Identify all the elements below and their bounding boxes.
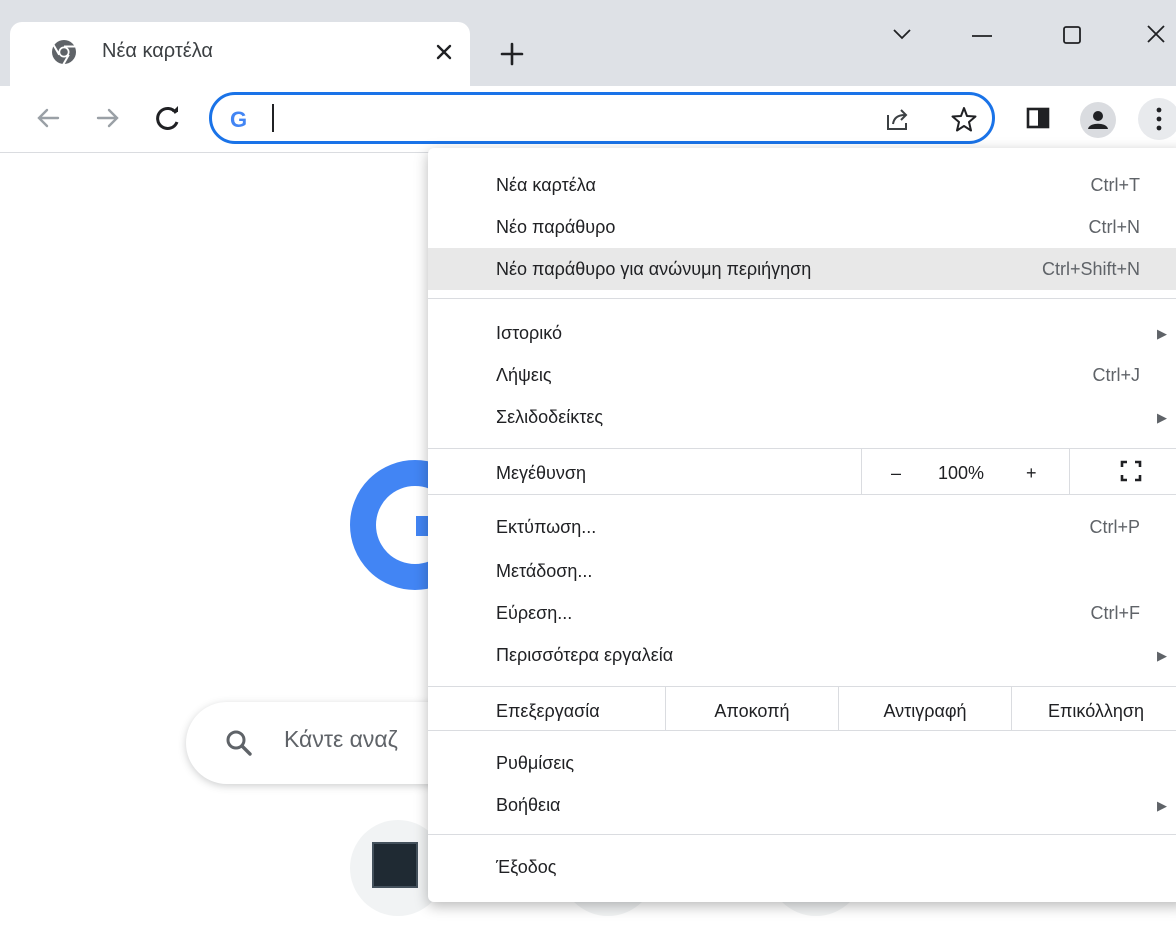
- close-tab-icon[interactable]: [428, 36, 460, 68]
- back-icon[interactable]: [30, 100, 66, 136]
- forward-icon[interactable]: [90, 100, 126, 136]
- edit-label: Επεξεργασία: [496, 701, 600, 721]
- submenu-arrow-icon: ▶: [1157, 326, 1167, 341]
- more-vertical-icon: [1156, 107, 1162, 131]
- active-tab[interactable]: Νέα καρτέλα: [10, 22, 470, 86]
- zoom-in-button[interactable]: +: [1026, 463, 1037, 484]
- maximize-icon[interactable]: [1052, 18, 1092, 54]
- menu-separator: [428, 834, 1176, 835]
- google-g-icon: G: [230, 107, 248, 132]
- menu-separator: [428, 298, 1176, 299]
- tab-strip: Νέα καρτέλα: [0, 0, 1176, 86]
- submenu-arrow-icon: ▶: [1157, 410, 1167, 425]
- profile-avatar-icon: [1088, 111, 1108, 129]
- menu-item-cast[interactable]: Μετάδοση...: [428, 552, 1176, 592]
- menu-item-new-tab[interactable]: Νέα καρτέλα Ctrl+T: [428, 166, 1176, 206]
- zoom-divider: [861, 448, 862, 494]
- tab-title: Νέα καρτέλα: [102, 40, 213, 62]
- bookmark-star-icon[interactable]: [950, 105, 978, 133]
- address-bar[interactable]: G: [209, 92, 995, 144]
- menu-item-bookmarks[interactable]: Σελιδοδείκτες ▶: [428, 398, 1176, 438]
- menu-separator: [428, 494, 1176, 495]
- minimize-icon[interactable]: [962, 18, 1002, 54]
- menu-item-downloads[interactable]: Λήψεις Ctrl+J: [428, 356, 1176, 396]
- menu-separator: [428, 730, 1176, 731]
- paste-button[interactable]: Επικόλληση: [1012, 701, 1176, 722]
- menu-item-print[interactable]: Εκτύπωση... Ctrl+P: [428, 508, 1176, 548]
- side-panel-icon[interactable]: [1020, 100, 1056, 136]
- profile-button[interactable]: [1080, 102, 1116, 138]
- reload-icon[interactable]: [150, 100, 186, 136]
- search-input[interactable]: Κάντε αναζ: [284, 726, 398, 753]
- close-window-icon[interactable]: [1136, 18, 1176, 54]
- menu-row-zoom: Μεγέθυνση: [428, 454, 1176, 494]
- menu-item-settings[interactable]: Ρυθμίσεις: [428, 744, 1176, 784]
- submenu-arrow-icon: ▶: [1157, 798, 1167, 813]
- chrome-icon: [52, 40, 76, 65]
- zoom-out-button[interactable]: –: [891, 463, 901, 484]
- shortcut-favicon: [372, 842, 418, 888]
- zoom-level: 100%: [938, 463, 985, 483]
- menu-separator: [428, 686, 1176, 687]
- menu-separator: [428, 448, 1176, 449]
- menu-item-help[interactable]: Βοήθεια ▶: [428, 786, 1176, 826]
- zoom-divider: [1069, 448, 1070, 494]
- submenu-arrow-icon: ▶: [1157, 648, 1167, 663]
- menu-item-new-window[interactable]: Νέο παράθυρο Ctrl+N: [428, 208, 1176, 248]
- menu-item-find[interactable]: Εύρεση... Ctrl+F: [428, 594, 1176, 634]
- tab-search-chevron-icon[interactable]: [882, 18, 922, 54]
- menu-item-more-tools[interactable]: Περισσότερα εργαλεία ▶: [428, 636, 1176, 676]
- menu-item-history[interactable]: Ιστορικό ▶: [428, 314, 1176, 354]
- menu-item-new-incognito-window[interactable]: Νέο παράθυρο για ανώνυμη περιήγηση Ctrl+…: [428, 248, 1176, 290]
- text-caret: [272, 104, 274, 132]
- search-icon: [226, 730, 252, 756]
- new-tab-icon[interactable]: [494, 36, 530, 72]
- copy-button[interactable]: Αντιγραφή: [839, 701, 1011, 722]
- menu-button[interactable]: [1138, 98, 1176, 140]
- chrome-menu: Νέα καρτέλα Ctrl+T Νέο παράθυρο Ctrl+N Ν…: [428, 148, 1176, 902]
- zoom-label: Μεγέθυνση: [496, 463, 587, 483]
- menu-item-exit[interactable]: Έξοδος: [428, 848, 1176, 888]
- toolbar: G: [0, 86, 1176, 153]
- cut-button[interactable]: Αποκοπή: [666, 701, 838, 722]
- fullscreen-icon[interactable]: [1118, 458, 1144, 484]
- share-icon[interactable]: [884, 105, 912, 133]
